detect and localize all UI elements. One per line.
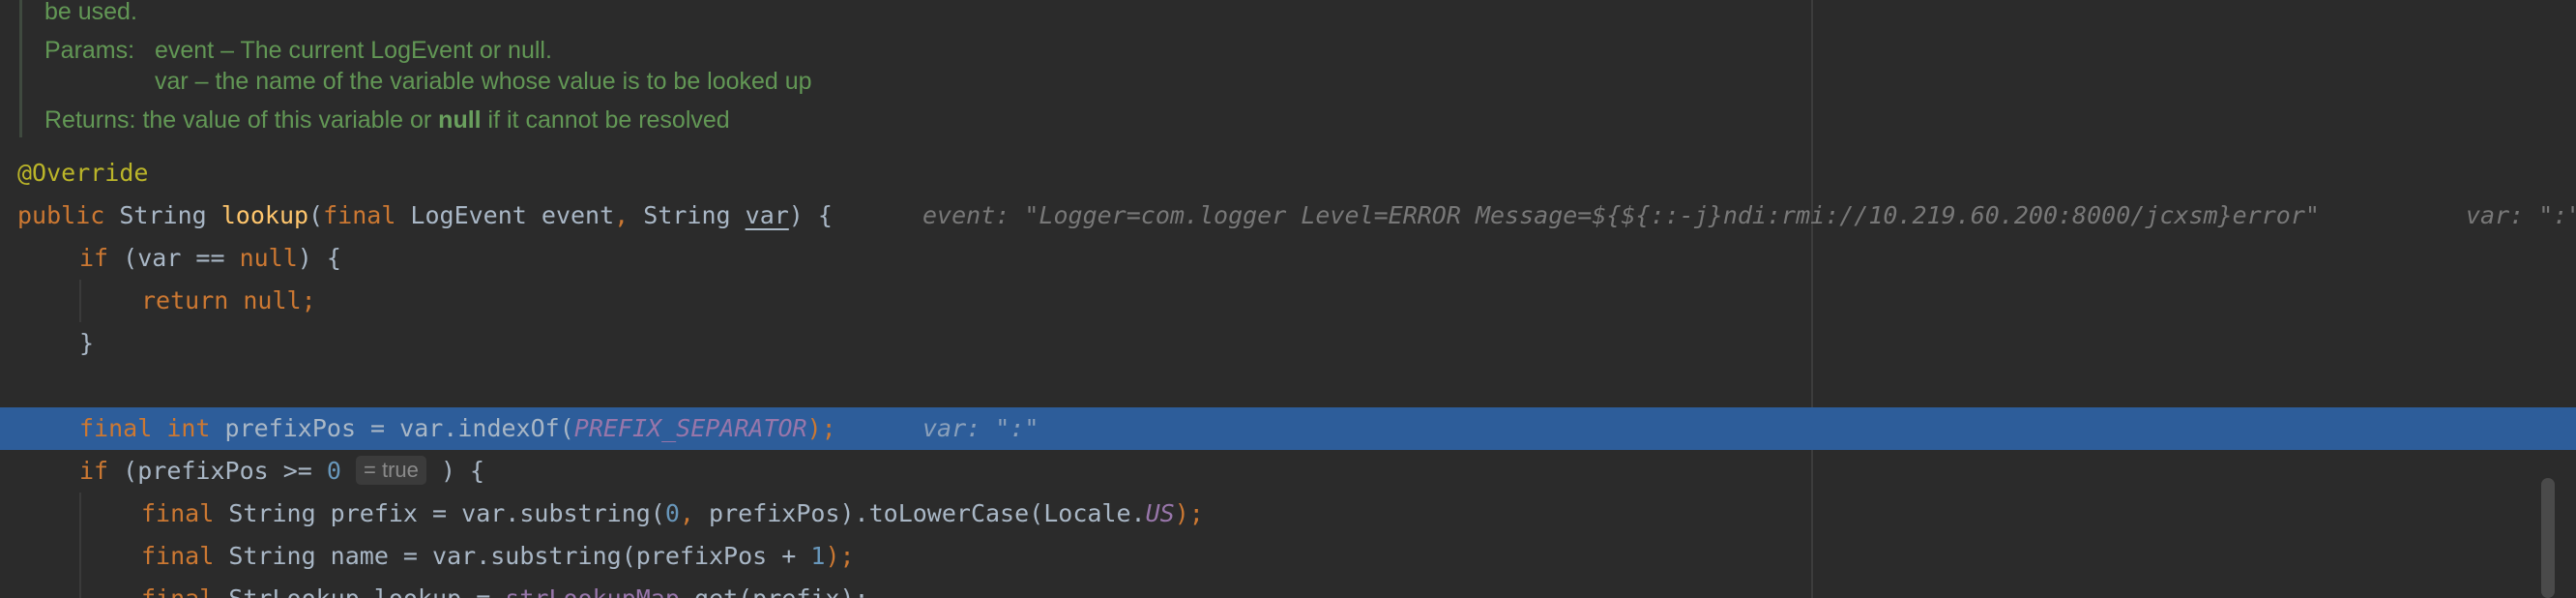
lookup-expression: StrLookup lookup =	[214, 584, 505, 598]
closing-brace: }	[79, 329, 95, 357]
return-statement: return null;	[141, 280, 316, 322]
strlookupmap-field: strLookupMap	[505, 584, 680, 598]
param-event: LogEvent event	[395, 201, 615, 229]
inline-value-hint: = true	[356, 456, 426, 485]
kw-final: final	[141, 542, 215, 570]
javadoc-returns-label: Returns:	[44, 106, 136, 134]
debug-hint-event: event: "Logger=com.logger Level=ERROR Me…	[922, 201, 2320, 229]
method-signature: public String lookup(final LogEvent even…	[17, 194, 833, 237]
kw-final: final	[141, 499, 215, 527]
javadoc-returns-post: if it cannot be resolved	[481, 106, 730, 134]
number-literal: 0	[664, 499, 680, 527]
code-line-lookup-decl[interactable]: final StrLookup lookup = strLookupMap.ge…	[0, 578, 2576, 598]
debug-hint-var: var: ":"	[2466, 201, 2576, 229]
code-line-prefix-decl[interactable]: final String prefix = var.substring(0, p…	[0, 493, 2576, 535]
debug-hint-var: var: ":"	[922, 414, 1039, 442]
method-name: lookup	[220, 201, 309, 229]
javadoc-param-event: event – The current LogEvent or null.	[155, 37, 552, 64]
comma: ,	[679, 499, 694, 527]
prefix-expression-tail: prefixPos).toLowerCase(Locale.	[693, 499, 1146, 527]
javadoc-text-line: be used.	[44, 0, 137, 25]
statement-end: );	[825, 542, 855, 570]
kw-null: null	[228, 286, 302, 314]
kw-null: null	[239, 244, 298, 272]
number-literal: 1	[810, 542, 826, 570]
code-line-return[interactable]: return null;	[0, 280, 2576, 322]
statement-end: );	[806, 414, 836, 442]
if-statement: if (var == null) {	[79, 237, 341, 280]
override-annotation: @Override	[17, 159, 149, 187]
if-statement: if (prefixPos >= 0 = true ) {	[79, 450, 484, 493]
prefixpos-expression: prefixPos = var.indexOf(	[210, 414, 574, 442]
param-type: String	[629, 201, 746, 229]
comma: ,	[614, 201, 629, 229]
name-declaration: final String name = var.substring(prefix…	[141, 535, 855, 578]
kw-final: final	[79, 414, 153, 442]
code-line-current-execution[interactable]: final int prefixPos = var.indexOf(PREFIX…	[0, 407, 2576, 450]
return-type: String	[104, 201, 221, 229]
param-var: var	[745, 201, 789, 229]
code-line-if-null[interactable]: if (var == null) {	[0, 237, 2576, 280]
code-editor[interactable]: be used. Params: event – The current Log…	[0, 0, 2576, 598]
if-condition: (var ==	[108, 244, 240, 272]
semicolon: ;	[301, 286, 316, 314]
statement-end: );	[1174, 499, 1204, 527]
javadoc-params-label: Params:	[44, 37, 135, 64]
vertical-scrollbar[interactable]	[2541, 478, 2555, 598]
if-close: ) {	[425, 457, 485, 485]
prefixpos-declaration: final int prefixPos = var.indexOf(PREFIX…	[79, 407, 836, 450]
code-line-annotation[interactable]: @Override	[0, 152, 2576, 194]
kw-if: if	[79, 457, 109, 485]
javadoc-bar	[19, 0, 22, 137]
kw-final: final	[141, 584, 214, 598]
code-line-if-prefixpos[interactable]: if (prefixPos >= 0 = true ) {	[0, 450, 2576, 493]
lookup-declaration: final StrLookup lookup = strLookupMap.ge…	[141, 578, 869, 598]
kw-public: public	[17, 201, 105, 229]
kw-int: int	[152, 414, 211, 442]
code-line-name-decl[interactable]: final String name = var.substring(prefix…	[0, 535, 2576, 578]
code-line-brace[interactable]: }	[0, 322, 2576, 365]
code-line-signature[interactable]: public String lookup(final LogEvent even…	[0, 194, 2576, 237]
name-expression: String name = var.substring(prefixPos +	[214, 542, 811, 570]
prefix-expression: String prefix = var.substring(	[214, 499, 665, 527]
kw-final: final	[323, 201, 396, 229]
locale-us-constant: US	[1145, 499, 1175, 527]
lookup-expression-tail: .get(prefix);	[680, 584, 869, 598]
paren-open: (	[308, 201, 324, 229]
kw-if: if	[79, 244, 109, 272]
if-close: ) {	[297, 244, 341, 272]
javadoc-returns: Returns: the value of this variable or n…	[44, 105, 730, 135]
kw-return: return	[141, 286, 229, 314]
if-condition: (prefixPos >=	[108, 457, 327, 485]
javadoc-returns-null: null	[438, 106, 482, 134]
number-literal: 0	[326, 457, 341, 485]
paren-close: ) {	[788, 201, 833, 229]
javadoc-param-var: var – the name of the variable whose val…	[155, 68, 812, 95]
prefix-declaration: final String prefix = var.substring(0, p…	[141, 493, 1204, 535]
prefix-separator-constant: PREFIX_SEPARATOR	[573, 414, 807, 442]
javadoc-returns-pre: the value of this variable or	[142, 106, 439, 134]
